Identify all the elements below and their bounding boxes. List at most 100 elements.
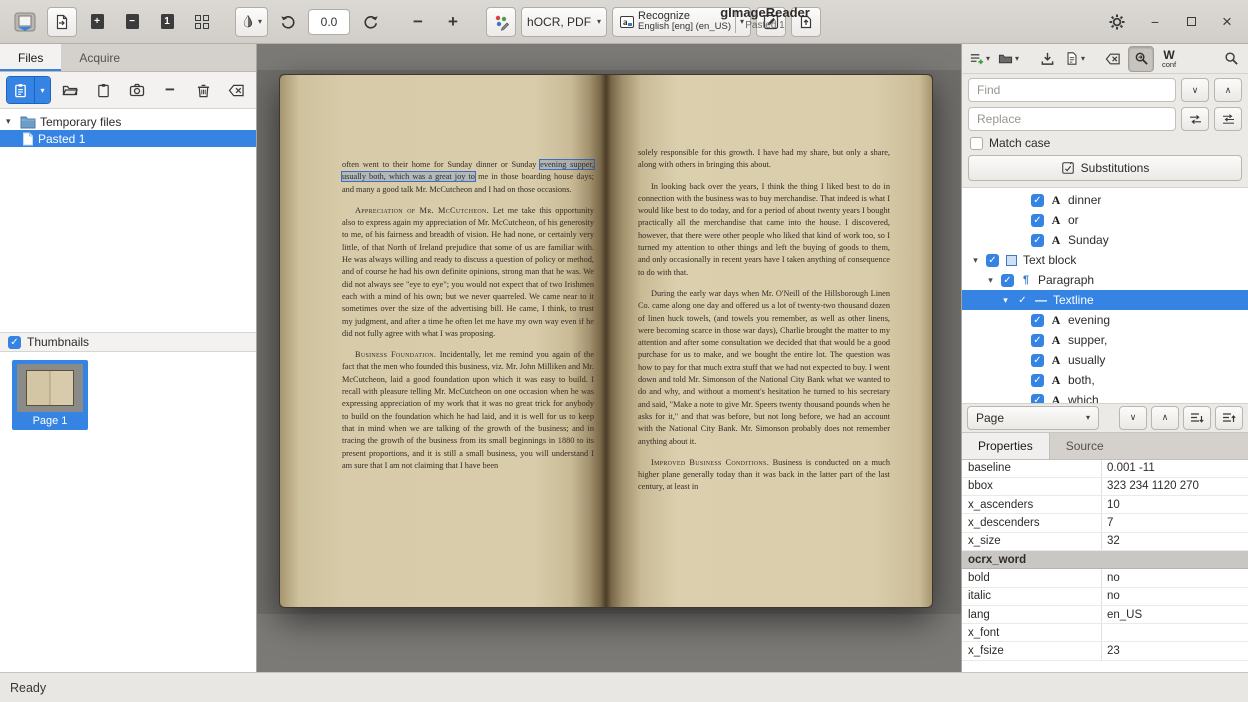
expand-all-button[interactable] — [1183, 406, 1211, 430]
expander-icon[interactable]: ▾ — [970, 255, 981, 266]
hocr-tree-row[interactable]: ▾✓¶Paragraph — [962, 270, 1248, 290]
tab-source[interactable]: Source — [1050, 433, 1120, 459]
image-filter-dropdown[interactable]: ▾ — [235, 7, 268, 37]
property-row[interactable]: x_descenders7 — [962, 514, 1248, 532]
settings-button[interactable] — [1102, 7, 1132, 37]
clear-output-button[interactable] — [1100, 46, 1126, 72]
visibility-checkbox[interactable]: ✓ — [1031, 374, 1044, 387]
visibility-checkbox[interactable]: ✓ — [1031, 234, 1044, 247]
replace-button[interactable] — [1181, 107, 1209, 131]
visibility-checkbox[interactable]: ✓ — [1031, 354, 1044, 367]
visibility-checkbox[interactable]: ✓ — [1031, 334, 1044, 347]
property-row[interactable]: bbox323 234 1120 270 — [962, 478, 1248, 496]
visibility-checkbox[interactable]: ✓ — [1001, 274, 1014, 287]
insert-mode-button[interactable]: ▾ — [966, 46, 993, 72]
visibility-checkbox[interactable]: ✓ — [1016, 294, 1029, 307]
property-value: 23 — [1102, 645, 1248, 657]
export-output-button[interactable]: ▾ — [1062, 46, 1088, 72]
screenshot-button[interactable] — [123, 77, 150, 103]
property-row[interactable]: langen_US — [962, 606, 1248, 624]
open-files-button[interactable] — [57, 77, 84, 103]
delete-source-button[interactable] — [190, 77, 217, 103]
tree-item-pasted[interactable]: Pasted 1 — [0, 130, 256, 147]
hocr-tree-row[interactable]: ✓ASunday — [962, 230, 1248, 250]
find-prev-button[interactable]: ∧ — [1214, 78, 1242, 102]
rotate-angle-input[interactable]: 0.0 — [308, 9, 350, 35]
replace-all-button[interactable] — [1214, 107, 1242, 131]
property-row[interactable]: boldno — [962, 569, 1248, 587]
page-controls-button[interactable] — [47, 7, 77, 37]
page-add-button[interactable]: + — [82, 7, 112, 37]
expander-icon[interactable]: ▾ — [1000, 295, 1011, 306]
image-canvas[interactable]: often went to their home for Sunday dinn… — [257, 44, 961, 672]
ocr-mode-combo[interactable]: hOCR, PDF ▾ — [521, 7, 607, 37]
tree-root-label: Temporary files — [40, 115, 121, 129]
visibility-checkbox[interactable]: ✓ — [1031, 214, 1044, 227]
page-selector-combo[interactable]: Page ▾ — [967, 406, 1099, 430]
book-paragraph: often went to their home for Sunday dinn… — [342, 159, 594, 196]
find-next-button[interactable]: ∨ — [1181, 78, 1209, 102]
expander-icon[interactable]: ▾ — [6, 116, 16, 127]
paste-button[interactable] — [7, 77, 34, 103]
property-row[interactable]: ocrx_word — [962, 551, 1248, 569]
next-item-button[interactable]: ∨ — [1119, 406, 1147, 430]
confidence-toggle[interactable]: W conf — [1156, 46, 1182, 72]
hocr-output-panel: ▾ ▾ ▾ W conf — [961, 44, 1248, 672]
tree-root-temporary-files[interactable]: ▾ Temporary files — [0, 113, 256, 130]
tab-acquire[interactable]: Acquire — [61, 44, 138, 71]
hocr-tree-row[interactable]: ▾✓Text block — [962, 250, 1248, 270]
collapse-all-button[interactable] — [1215, 406, 1243, 430]
minimize-button[interactable]: − — [1142, 9, 1168, 35]
manage-languages-button[interactable] — [486, 7, 516, 37]
substitutions-button[interactable]: Substitutions — [968, 155, 1242, 181]
match-case-checkbox[interactable] — [970, 137, 983, 150]
expander-icon[interactable]: ▾ — [985, 275, 996, 286]
hocr-tree-row[interactable]: ✓Asupper, — [962, 330, 1248, 350]
paste-split-button[interactable]: ▾ — [6, 76, 51, 104]
hocr-tree-row[interactable]: ✓Aevening — [962, 310, 1248, 330]
rotate-right-button[interactable] — [355, 7, 385, 37]
textblock-icon — [1004, 255, 1018, 266]
clear-sources-button[interactable] — [223, 77, 250, 103]
book-page-left: often went to their home for Sunday dinn… — [280, 75, 606, 607]
thumbnails-checkbox[interactable]: ✓ — [8, 336, 21, 349]
save-output-button[interactable] — [1034, 46, 1060, 72]
property-row[interactable]: x_size32 — [962, 533, 1248, 551]
maximize-button[interactable] — [1178, 9, 1204, 35]
find-replace-toggle[interactable] — [1128, 46, 1154, 72]
page-layout-button[interactable] — [187, 7, 217, 37]
open-output-button[interactable]: ▾ — [995, 46, 1022, 72]
rotate-left-button[interactable] — [273, 7, 303, 37]
property-row[interactable]: x_font — [962, 624, 1248, 642]
hocr-tree-row[interactable]: ✓Aboth, — [962, 370, 1248, 390]
close-button[interactable]: × — [1214, 9, 1240, 35]
hocr-tree-row[interactable]: ✓Aor — [962, 210, 1248, 230]
property-row[interactable]: baseline0.001 -11 — [962, 460, 1248, 478]
hocr-tree-row[interactable]: ✓Awhich — [962, 390, 1248, 403]
visibility-checkbox[interactable]: ✓ — [1031, 394, 1044, 403]
thumbnail-page-1[interactable]: Page 1 — [12, 360, 88, 430]
property-row[interactable]: x_ascenders10 — [962, 496, 1248, 514]
zoom-out-button[interactable]: − — [403, 7, 433, 37]
visibility-checkbox[interactable]: ✓ — [1031, 314, 1044, 327]
tab-files[interactable]: Files — [0, 44, 61, 71]
clipboard-button[interactable] — [90, 77, 117, 103]
paste-dropdown[interactable]: ▾ — [34, 77, 50, 103]
property-row[interactable]: italicno — [962, 588, 1248, 606]
tab-properties[interactable]: Properties — [962, 433, 1050, 459]
visibility-checkbox[interactable]: ✓ — [986, 254, 999, 267]
prev-item-button[interactable]: ∧ — [1151, 406, 1179, 430]
page-remove-button[interactable]: − — [117, 7, 147, 37]
remove-source-button[interactable]: − — [156, 77, 183, 103]
hocr-tree-row[interactable]: ✓Ausually — [962, 350, 1248, 370]
preview-toggle[interactable] — [1218, 46, 1244, 72]
tree-item-label: supper, — [1068, 333, 1107, 347]
visibility-checkbox[interactable]: ✓ — [1031, 194, 1044, 207]
zoom-in-button[interactable]: + — [438, 7, 468, 37]
replace-input[interactable] — [968, 107, 1176, 131]
find-input[interactable] — [968, 78, 1176, 102]
hocr-tree-row[interactable]: ▾✓—Textline — [962, 290, 1248, 310]
property-row[interactable]: x_fsize23 — [962, 642, 1248, 660]
hocr-tree-row[interactable]: ✓Adinner — [962, 190, 1248, 210]
page-number-button[interactable]: 1 — [152, 7, 182, 37]
